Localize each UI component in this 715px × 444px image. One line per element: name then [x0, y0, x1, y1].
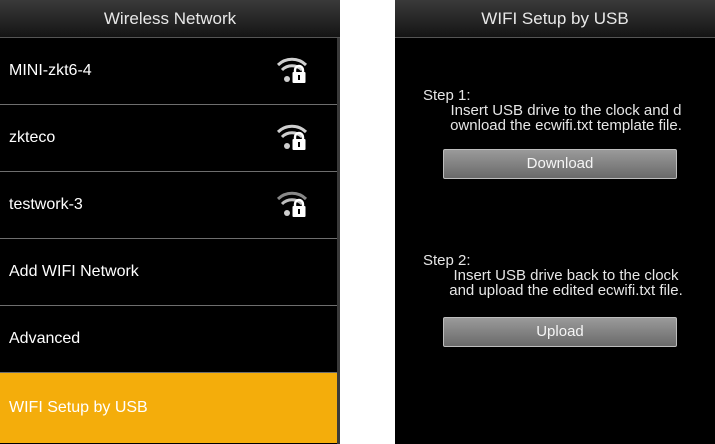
network-ssid: zkteco — [9, 129, 56, 146]
network-ssid: MINI-zkt6-4 — [9, 62, 92, 79]
menu-item-add-wifi-network[interactable]: Add WIFI Network — [0, 239, 340, 306]
step1-heading: Step 1: — [423, 87, 471, 104]
upload-button[interactable]: Upload — [443, 317, 677, 347]
wifi-lock-icon — [276, 57, 308, 83]
step2-line2: and upload the edited ecwifi.txt file. — [449, 282, 683, 299]
step2-line1: Insert USB drive back to the clock — [453, 267, 679, 284]
network-list: MINI-zkt6-4 zkteco testwork-3 Add WIFI N… — [0, 38, 340, 443]
menu-item-label: Add WIFI Network — [9, 263, 139, 280]
wifi-lock-icon — [276, 191, 308, 217]
menu-item-label: Advanced — [9, 330, 81, 347]
screen-title: WIFI Setup by USB — [395, 0, 715, 38]
network-item-mini-zkt6-4[interactable]: MINI-zkt6-4 — [0, 38, 340, 105]
wifi-lock-icon — [276, 124, 308, 150]
network-item-testwork-3[interactable]: testwork-3 — [0, 172, 340, 239]
step1-line1: Insert USB drive to the clock and d — [450, 102, 682, 119]
wifi-setup-by-usb-screen: WIFI Setup by USB Step 1: Insert USB dri… — [395, 0, 715, 444]
menu-item-label: WIFI Setup by USB — [9, 399, 148, 416]
step1-line2: ownload the ecwifi.txt template file. — [450, 117, 682, 134]
menu-item-wifi-setup-by-usb[interactable]: WIFI Setup by USB — [0, 373, 340, 443]
step2-heading: Step 2: — [423, 252, 471, 269]
network-ssid: testwork-3 — [9, 196, 83, 213]
screen-title: Wireless Network — [0, 0, 340, 38]
menu-item-advanced[interactable]: Advanced — [0, 306, 340, 373]
wireless-network-screen: Wireless Network MINI-zkt6-4 zkteco test… — [0, 0, 340, 444]
network-item-zkteco[interactable]: zkteco — [0, 105, 340, 172]
scrollbar[interactable] — [337, 38, 340, 444]
download-button[interactable]: Download — [443, 149, 677, 179]
